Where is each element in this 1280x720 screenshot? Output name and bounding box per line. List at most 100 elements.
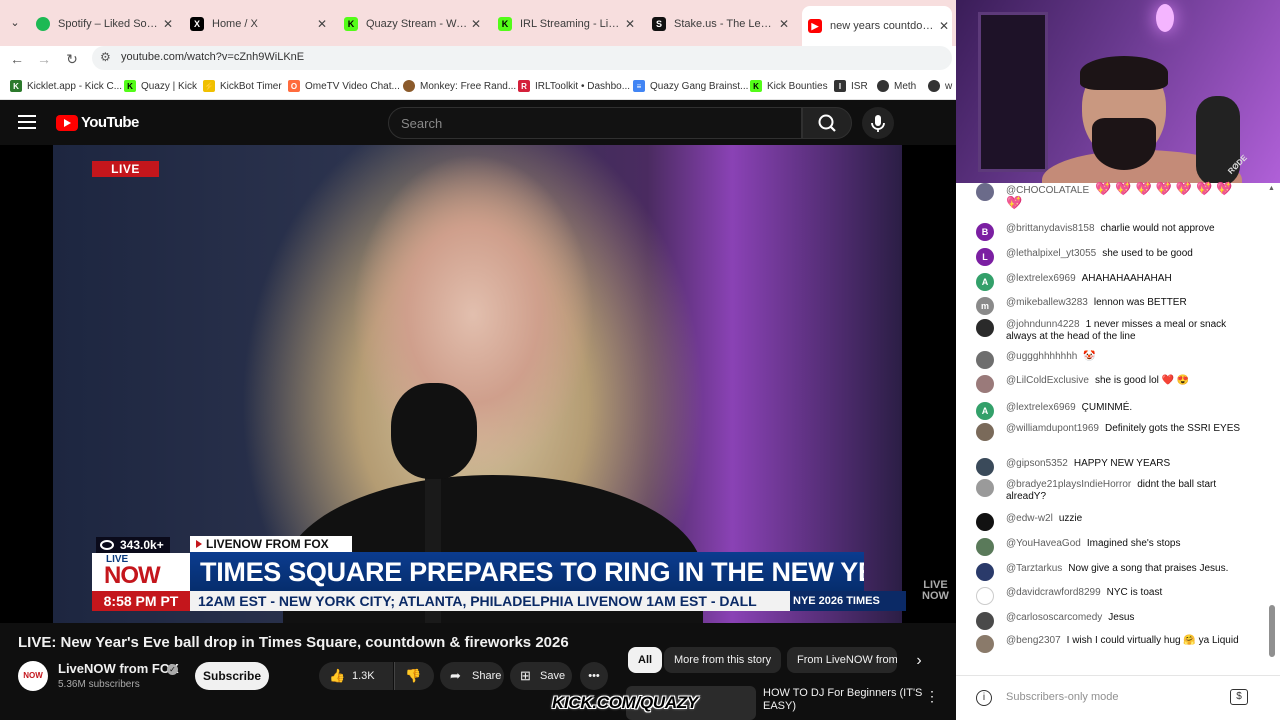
chat-author[interactable]: @gipson5352 xyxy=(1006,458,1068,469)
chat-message[interactable]: @LilColdExclusive she is good lol ❤️ 😍 xyxy=(976,375,1256,393)
save-button[interactable]: ⊞ Save xyxy=(510,662,572,690)
chat-avatar[interactable] xyxy=(976,479,994,497)
chat-author[interactable]: @johndunn4228 xyxy=(1006,319,1080,330)
chat-message[interactable]: @uggghhhhhhh 🤡 xyxy=(976,351,1256,369)
chat-author[interactable]: @LilColdExclusive xyxy=(1006,375,1089,386)
chat-message[interactable]: L @lethalpixel_yt3055 she used to be good xyxy=(976,248,1256,266)
chat-author[interactable]: @mikeballew3283 xyxy=(1006,297,1088,308)
chat-avatar[interactable]: B xyxy=(976,223,994,241)
chat-message[interactable]: @edw-w2l uzzie xyxy=(976,513,1256,531)
chat-avatar[interactable] xyxy=(976,563,994,581)
chat-message[interactable]: @carlososcarcomedy Jesus xyxy=(976,612,1256,630)
bookmark-kickbot-timer[interactable]: ⚡ KickBot Timer xyxy=(203,79,282,93)
chat-message[interactable]: @CHOCOLATALE 💖💖💖💖💖💖💖💖 xyxy=(976,182,1256,211)
bookmark-monkey[interactable]: Monkey: Free Rand... xyxy=(403,79,516,93)
bookmark-quazy-gang[interactable]: ≡ Quazy Gang Brainst... xyxy=(633,79,748,93)
tab-irl-streaming[interactable]: K IRL Streaming - Live Stre ✕ xyxy=(498,8,638,40)
bookmark-kicklet[interactable]: K Kicklet.app - Kick C... xyxy=(10,79,122,93)
tab-quazy-stream[interactable]: K Quazy Stream - Watch Q ✕ xyxy=(344,8,484,40)
chat-author[interactable]: @lethalpixel_yt3055 xyxy=(1006,248,1096,259)
menu-icon[interactable] xyxy=(18,115,36,129)
chip-from-livenow[interactable]: From LiveNOW from xyxy=(787,647,897,673)
tab-search-dropdown-icon[interactable]: ⌄ xyxy=(6,14,24,32)
dislike-button[interactable]: 👎 xyxy=(394,662,434,690)
chat-message[interactable]: @johndunn4228 1 never misses a meal or sn… xyxy=(976,319,1256,343)
chat-avatar[interactable] xyxy=(976,458,994,476)
chat-message[interactable]: @beng2307 I wish I could virtually hug 🤗 … xyxy=(976,635,1256,653)
tab-youtube-active[interactable]: ▶ new years countdown 2 ✕ xyxy=(802,6,952,46)
chat-message[interactable]: @YouHaveaGod Imagined she's stops xyxy=(976,538,1256,556)
close-icon[interactable]: ✕ xyxy=(314,17,330,31)
close-icon[interactable]: ✕ xyxy=(936,19,952,33)
chat-avatar[interactable]: m xyxy=(976,297,994,315)
super-chat-icon[interactable]: $ xyxy=(1230,689,1248,705)
chip-all[interactable]: All xyxy=(628,647,663,673)
chat-message[interactable]: @davidcrawford8299 NYC is toast xyxy=(976,587,1256,605)
video-player[interactable]: LIVE 343.0k+ LIVENOW FROM FOX LIVE NOW T… xyxy=(0,145,956,623)
chat-message[interactable]: B @brittanydavis8158 charlie would not app… xyxy=(976,223,1256,241)
youtube-logo[interactable]: YouTube xyxy=(56,114,139,131)
tab-x[interactable]: X Home / X ✕ xyxy=(190,8,330,40)
scrollbar-thumb[interactable] xyxy=(1269,605,1275,657)
address-bar[interactable]: ⚙ youtube.com/watch?v=cZnh9WiLKnE xyxy=(92,46,952,70)
chat-avatar[interactable] xyxy=(976,319,994,337)
chat-message[interactable]: @bradye21playsIndieHorror didnt the ball … xyxy=(976,479,1256,503)
chat-avatar[interactable] xyxy=(976,538,994,556)
chat-author[interactable]: @lextrelex6969 xyxy=(1006,402,1076,413)
more-actions-button[interactable]: ••• xyxy=(580,662,608,690)
chat-author[interactable]: @uggghhhhhhh xyxy=(1006,351,1077,362)
more-vertical-icon[interactable]: ⋮ xyxy=(925,688,939,705)
chat-avatar[interactable]: A xyxy=(976,402,994,420)
scroll-up-icon[interactable]: ▲ xyxy=(1268,185,1275,192)
bookmark-w[interactable]: w xyxy=(928,79,952,93)
chat-avatar[interactable] xyxy=(976,587,994,605)
tab-stake[interactable]: S Stake.us - The Leading S ✕ xyxy=(652,8,792,40)
recommended-title[interactable]: HOW TO DJ For Beginners (IT'S EASY) xyxy=(763,687,923,713)
search-input[interactable]: Search xyxy=(388,107,802,139)
channel-avatar[interactable]: NOW xyxy=(18,661,48,691)
chat-avatar[interactable] xyxy=(976,635,994,653)
chat-avatar[interactable] xyxy=(976,351,994,369)
chat-message[interactable]: @Tarztarkus Now give a song that praises … xyxy=(976,563,1256,581)
chat-avatar[interactable] xyxy=(976,513,994,531)
bookmark-irltoolkit[interactable]: R IRLToolkit • Dashbo... xyxy=(518,79,630,93)
chat-avatar[interactable] xyxy=(976,375,994,393)
subscribe-button[interactable]: Subscribe xyxy=(195,662,269,690)
chat-message[interactable]: m @mikeballew3283 lennon was BETTER xyxy=(976,297,1256,315)
forward-arrow-icon[interactable]: → xyxy=(33,48,55,70)
chat-message[interactable]: @gipson5352 HAPPY NEW YEARS xyxy=(976,458,1256,476)
chat-scrollbar[interactable]: ▲ xyxy=(1268,185,1276,665)
chat-message[interactable]: @williamdupont1969 Definitely gots the SS… xyxy=(976,423,1256,441)
bookmark-isr[interactable]: I ISR xyxy=(834,79,868,93)
bookmark-ometv[interactable]: O OmeTV Video Chat... xyxy=(288,79,400,93)
close-icon[interactable]: ✕ xyxy=(160,17,176,31)
chat-author[interactable]: @davidcrawford8299 xyxy=(1006,587,1101,598)
chat-avatar[interactable]: L xyxy=(976,248,994,266)
like-button[interactable]: 👍 1.3K xyxy=(319,662,393,690)
back-arrow-icon[interactable]: ← xyxy=(6,48,28,70)
chat-avatar[interactable]: A xyxy=(976,273,994,291)
chat-message[interactable]: A @lextrelex6969 ÇUMINMÉ. xyxy=(976,402,1256,420)
bookmark-quazy-kick[interactable]: K Quazy | Kick xyxy=(124,79,197,93)
tab-spotify[interactable]: Spotify – Liked Songs ✕ xyxy=(36,8,176,40)
chat-avatar[interactable] xyxy=(976,423,994,441)
chat-author[interactable]: @beng2307 xyxy=(1006,635,1061,646)
chat-author[interactable]: @edw-w2l xyxy=(1006,513,1053,524)
chat-message[interactable]: A @lextrelex6969 AHAHAHAAHAHAH xyxy=(976,273,1256,291)
chip-more-from-story[interactable]: More from this story xyxy=(664,647,782,673)
share-button[interactable]: ➦ Share xyxy=(440,662,504,690)
info-icon[interactable]: i xyxy=(976,690,992,706)
close-icon[interactable]: ✕ xyxy=(468,17,484,31)
bookmark-meth[interactable]: Meth xyxy=(877,79,916,93)
chat-author[interactable]: @Tarztarkus xyxy=(1006,563,1062,574)
chat-avatar[interactable] xyxy=(976,183,994,201)
chat-author[interactable]: @lextrelex6969 xyxy=(1006,273,1076,284)
search-button[interactable] xyxy=(802,107,852,139)
chat-avatar[interactable] xyxy=(976,612,994,630)
channel-name[interactable]: LiveNOW from FOX xyxy=(58,661,179,676)
chat-author[interactable]: @bradye21playsIndieHorror xyxy=(1006,479,1131,490)
chat-author[interactable]: @YouHaveaGod xyxy=(1006,538,1081,549)
bookmark-kick-bounties[interactable]: K Kick Bounties xyxy=(750,79,828,93)
chevron-right-icon[interactable]: › xyxy=(908,650,930,672)
chat-author[interactable]: @williamdupont1969 xyxy=(1006,423,1099,434)
